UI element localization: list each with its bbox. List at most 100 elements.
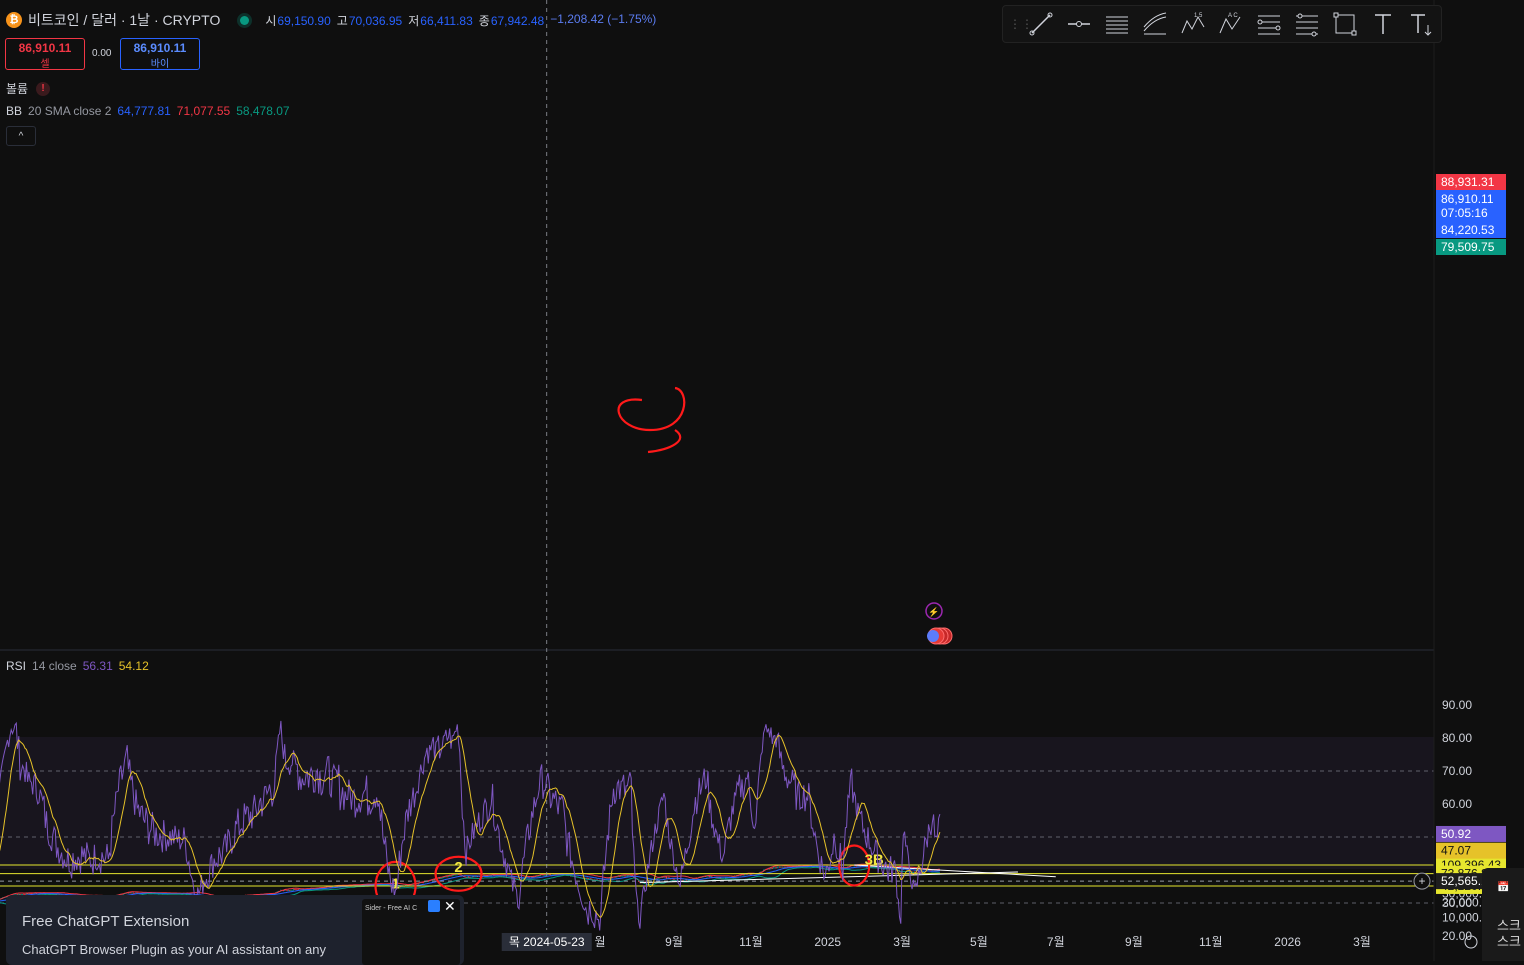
candle-body	[450, 875, 452, 877]
annotation-swirl	[617, 386, 686, 454]
rectangle-icon[interactable]	[1329, 8, 1361, 40]
wave-label: 2	[454, 859, 462, 876]
rsi-value-label: 47.07	[1441, 844, 1471, 858]
time-axis-tick: 9월	[1125, 935, 1143, 949]
candle-body	[780, 866, 782, 868]
bb-upper: 71,077.55	[176, 104, 231, 118]
candle-body	[830, 868, 833, 869]
horizontal-ray-icon[interactable]	[1063, 8, 1095, 40]
sell-price: 86,910.11	[18, 41, 72, 55]
parallel-channel-icon[interactable]	[1101, 8, 1133, 40]
xabcd-pattern-icon[interactable]: 1 5	[1177, 8, 1209, 40]
candle-body	[774, 867, 776, 869]
time-axis-tick: 9월	[665, 935, 683, 949]
candle-body	[471, 876, 473, 878]
candle-body	[131, 892, 133, 894]
candle-body	[784, 866, 786, 868]
candle-body	[548, 874, 550, 876]
candle-body	[287, 890, 290, 892]
ad-banner[interactable]: Free ChatGPT Extension ChatGPT Browser P…	[6, 895, 464, 965]
calendar-icon[interactable]: 📅	[1497, 882, 1509, 893]
rsi-axis-tick: 30.00	[1442, 896, 1472, 910]
candle-body	[626, 875, 628, 877]
candle-body	[295, 889, 297, 891]
symbol-title[interactable]: 비트코인 / 달러 · 1날 · CRYPTO	[28, 10, 220, 30]
bb-lower: 58,478.07	[236, 104, 290, 118]
text-size-icon[interactable]	[1405, 8, 1437, 40]
rsi-value-label: 50.92	[1441, 827, 1471, 841]
volume-label: 볼륨	[6, 82, 29, 96]
time-axis-tick: 2026	[1274, 935, 1301, 949]
volume-legend[interactable]: 볼륨 !	[6, 80, 51, 97]
candle-body	[649, 879, 651, 881]
ad-body: ChatGPT Browser Plugin as your AI assist…	[22, 942, 326, 957]
candle-body	[625, 875, 627, 877]
candle-body	[783, 866, 785, 868]
candle-body	[779, 866, 781, 868]
trend-line-icon[interactable]	[1025, 8, 1057, 40]
symbol-header: ₿ 비트코인 / 달러 · 1날 · CRYPTO 시69,150.90 고70…	[6, 10, 656, 30]
fib-extension-icon[interactable]	[1291, 8, 1323, 40]
rsi-ma-value: 54.12	[118, 659, 149, 673]
warning-icon[interactable]: !	[36, 81, 51, 96]
side-panel[interactable]: 📅 스크 스크	[1482, 868, 1524, 961]
close-ad-button[interactable]: ✕	[444, 898, 456, 915]
time-axis-tick-partial: 월	[594, 935, 605, 949]
bb-legend[interactable]: BB 20 SMA close 2 64,777.81 71,077.55 58…	[6, 104, 290, 118]
candle-body	[623, 875, 625, 877]
candle-body	[447, 876, 450, 878]
candle-body	[665, 876, 668, 878]
collapse-legend-button[interactable]: ^	[6, 126, 36, 146]
sell-button[interactable]: 86,910.11 셀	[5, 38, 85, 70]
last-price-label: 86,910.11	[1441, 192, 1494, 206]
fib-retracement-icon[interactable]	[1253, 8, 1285, 40]
candle-body	[291, 889, 293, 891]
buy-button[interactable]: 86,910.11 바이	[120, 38, 200, 70]
candle-body	[664, 876, 666, 878]
flag-event-icon	[927, 630, 939, 642]
time-axis-tick: 7월	[1047, 935, 1065, 949]
side-panel-text: 스크 스크	[1497, 918, 1521, 949]
candle-body	[417, 883, 419, 885]
ad-info-icon[interactable]	[428, 900, 440, 912]
candle-body	[771, 867, 773, 869]
candle-body	[624, 875, 626, 877]
chart-canvas[interactable]: 123B⚡120,000.00100,000.0070,000.0060,000…	[0, 0, 1524, 961]
rsi-legend[interactable]: RSI 14 close 56.31 54.12	[6, 659, 149, 673]
candle-body	[630, 875, 632, 876]
candle-body	[686, 879, 688, 881]
high-key: 고	[336, 13, 348, 28]
candle-body	[708, 875, 710, 877]
candle-body	[684, 879, 686, 881]
high-value: 70,036.95	[348, 13, 403, 28]
bb-label: BB	[6, 104, 23, 118]
abcd-pattern-icon[interactable]: A C	[1215, 8, 1247, 40]
text-icon[interactable]	[1367, 8, 1399, 40]
candle-body	[657, 878, 659, 880]
market-open-icon	[240, 15, 250, 25]
candle-body	[290, 889, 292, 891]
spread-value: 0.00	[92, 48, 112, 59]
time-axis-tick: 11월	[739, 935, 763, 949]
open-key: 시	[265, 13, 277, 28]
candle-body	[619, 876, 621, 878]
drawing-toolbar: ⋮⋮ 1 5 A C	[1002, 5, 1442, 43]
candle-body	[289, 890, 291, 892]
drag-handle-icon[interactable]: ⋮⋮	[1009, 17, 1033, 31]
candle-body	[769, 868, 771, 870]
low-value: 66,411.83	[420, 13, 473, 28]
candle-body	[832, 868, 834, 869]
bb-params: 20 SMA close 2	[28, 104, 112, 118]
candle-body	[776, 866, 778, 868]
candle-body	[440, 878, 442, 879]
rsi-axis-tick: 80.00	[1442, 731, 1472, 745]
bb-basis-price-label: 84,220.53	[1441, 223, 1495, 237]
rsi-params: 14 close	[32, 659, 77, 673]
candle-body	[294, 889, 296, 890]
candle-body	[468, 876, 470, 878]
candle-body	[132, 892, 135, 894]
crosshair-date-label: 목 2024-05-23	[509, 935, 585, 949]
regression-channel-icon[interactable]	[1139, 8, 1171, 40]
time-axis-tick: 11월	[1199, 935, 1223, 949]
candle-body	[590, 878, 592, 880]
